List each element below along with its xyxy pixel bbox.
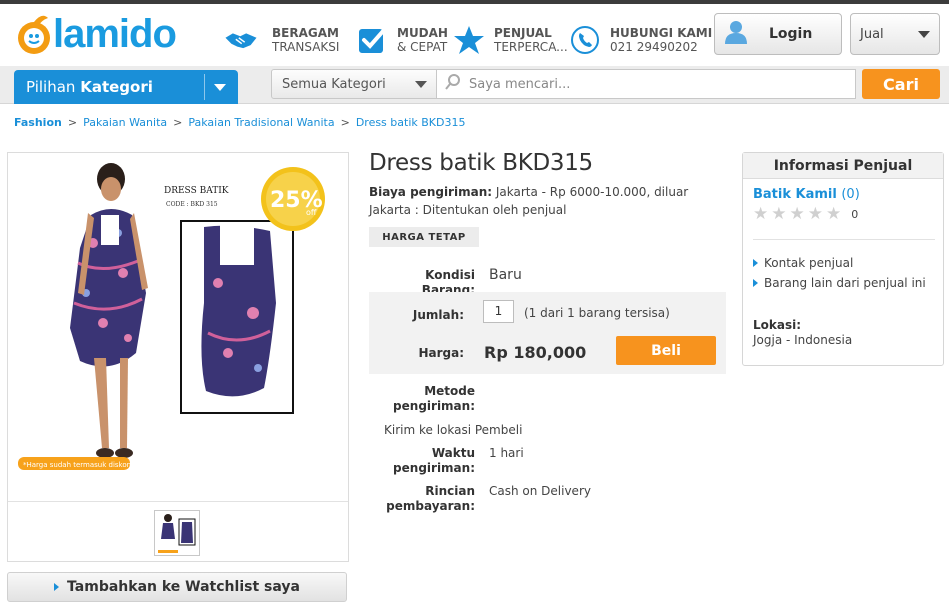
quantity-label: Jumlah: — [412, 308, 464, 322]
condition-value: Baru — [489, 267, 522, 283]
product-image-panel: DRESS BATIK CODE : BKD 315 25% off *Harg… — [7, 152, 349, 562]
site-logo[interactable]: lamido — [16, 12, 177, 56]
category-menu-label: Pilihan Kategori — [26, 78, 153, 96]
login-label: Login — [769, 26, 813, 42]
login-button[interactable]: Login — [714, 13, 842, 55]
breadcrumb: Fashion > Pakaian Wanita > Pakaian Tradi… — [14, 116, 465, 129]
feature-subtitle: TERPERCA... — [494, 40, 568, 54]
product-photo[interactable]: DRESS BATIK CODE : BKD 315 25% off *Harg… — [8, 153, 348, 498]
shipping-method-label: Metode pengiriman: — [393, 384, 475, 413]
price-label: Harga: — [418, 346, 464, 360]
buy-button[interactable]: Beli — [616, 336, 716, 365]
feature-subtitle: TRANSAKSI — [272, 40, 340, 54]
category-select-value: Semua Kategori — [282, 76, 386, 92]
checkbox-icon — [355, 23, 389, 57]
location-value: Jogja - Indonesia — [753, 333, 853, 347]
seller-name: Batik Kamil — [753, 187, 837, 202]
phone-icon — [568, 23, 602, 57]
category-select[interactable]: Semua Kategori — [271, 69, 437, 99]
divider — [204, 74, 205, 100]
breadcrumb-item[interactable]: Pakaian Wanita — [83, 116, 167, 129]
image-code: CODE : BKD 315 — [166, 201, 218, 208]
badge-off: off — [306, 208, 317, 217]
jual-label: Jual — [860, 26, 884, 42]
breadcrumb-separator: > — [67, 116, 78, 129]
stock-note: (1 dari 1 barang tersisa) — [524, 306, 670, 320]
seller-feedback: (0) — [841, 187, 860, 202]
feature-title: BERAGAM — [272, 26, 339, 40]
feature-title: MUDAH — [397, 26, 448, 40]
payment-value: Cash on Delivery — [489, 484, 591, 498]
breadcrumb-item[interactable]: Dress batik BKD315 — [356, 116, 466, 129]
contact-seller-link[interactable]: Kontak penjual — [753, 256, 853, 270]
image-heading: DRESS BATIK — [164, 186, 229, 196]
star-icon: ★ — [789, 204, 805, 224]
shipping-cost: Biaya pengiriman: Jakarta - Rp 6000-10.0… — [369, 183, 714, 219]
star-icon — [452, 23, 486, 57]
shipping-method-value: Kirim ke lokasi Pembeli — [384, 423, 523, 437]
quantity-input[interactable]: 1 — [483, 300, 514, 323]
shipping-time-label: Waktu pengiriman: — [393, 446, 475, 475]
watchlist-label: Tambahkan ke Watchlist saya — [67, 579, 300, 595]
breadcrumb-item[interactable]: Fashion — [14, 116, 62, 129]
chevron-down-icon — [415, 81, 427, 88]
seller-rating: ★ ★ ★ ★ ★ 0 — [753, 205, 858, 223]
handshake-icon — [224, 23, 258, 57]
search-icon — [445, 74, 461, 94]
thumbnail-strip — [8, 501, 348, 561]
feature-beragam-transaksi: BERAGAM TRANSAKSI — [224, 20, 339, 60]
seller-panel-title: Informasi Penjual — [743, 153, 943, 179]
top-border — [0, 0, 949, 4]
category-menu-button[interactable]: Pilihan Kategori — [14, 70, 238, 104]
search-button[interactable]: Cari — [862, 69, 940, 99]
add-to-watchlist-button[interactable]: Tambahkan ke Watchlist saya — [7, 572, 347, 602]
caret-right-icon — [753, 279, 758, 287]
jual-dropdown[interactable]: Jual — [850, 13, 940, 55]
feature-title: HUBUNGI KAMI — [610, 26, 713, 40]
divider — [753, 239, 935, 240]
breadcrumb-item[interactable]: Pakaian Tradisional Wanita — [188, 116, 334, 129]
feature-subtitle: & CEPAT — [397, 40, 448, 54]
discount-note: *Harga sudah termasuk diskon — [23, 461, 131, 469]
product-title: Dress batik BKD315 — [369, 150, 593, 176]
contact-seller-label: Kontak penjual — [764, 256, 854, 270]
chevron-down-icon — [214, 84, 226, 91]
search-box — [437, 69, 856, 99]
location-label: Lokasi: — [753, 318, 802, 332]
feature-hubungi-kami: HUBUNGI KAMI 021 29490202 — [568, 20, 712, 60]
rating-count: 0 — [851, 207, 859, 221]
star-icon: ★ — [807, 204, 823, 224]
fixed-price-badge: HARGA TETAP — [369, 227, 479, 247]
phone-number: 021 29490202 — [610, 40, 698, 54]
star-icon: ★ — [826, 204, 842, 224]
other-items-link[interactable]: Barang lain dari penjual ini — [753, 276, 926, 290]
breadcrumb-separator: > — [340, 116, 350, 129]
chevron-down-icon — [918, 31, 930, 38]
feature-mudah-cepat: MUDAH & CEPAT — [355, 20, 448, 60]
feature-title: PENJUAL — [494, 26, 552, 40]
search-input[interactable] — [469, 76, 829, 92]
caret-right-icon — [753, 259, 758, 267]
feature-penjual-terpercaya: PENJUAL TERPERCA... — [452, 20, 568, 60]
breadcrumb-separator: > — [173, 116, 183, 129]
shipping-time-value: 1 hari — [489, 446, 524, 460]
star-icon: ★ — [771, 204, 787, 224]
price-value: Rp 180,000 — [484, 343, 587, 362]
star-icon: ★ — [753, 204, 769, 224]
thumbnail-image[interactable] — [154, 510, 200, 556]
seller-info-panel: Informasi Penjual Batik Kamil (0) ★ ★ ★ … — [742, 152, 944, 366]
shipping-cost-label: Biaya pengiriman: — [369, 185, 493, 199]
caret-right-icon — [54, 583, 60, 591]
logo-mark-icon — [16, 14, 52, 54]
other-items-label: Barang lain dari penjual ini — [764, 276, 926, 290]
seller-name-link[interactable]: Batik Kamil (0) — [753, 187, 860, 202]
logo-text: lamido — [53, 12, 177, 56]
user-icon — [725, 20, 747, 48]
payment-label: Rincian pembayaran: — [386, 484, 475, 513]
